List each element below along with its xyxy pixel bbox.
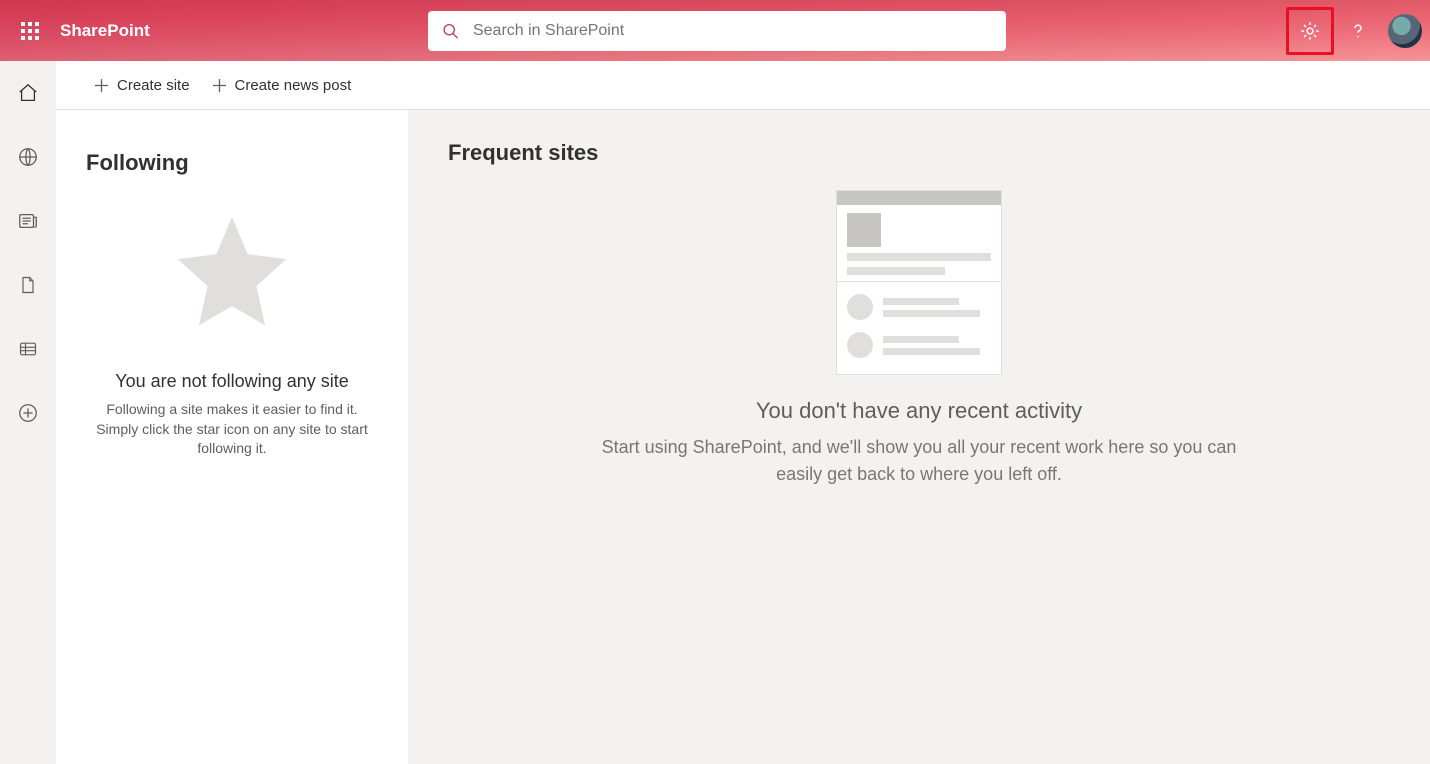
search-box[interactable] — [428, 11, 1006, 51]
frequent-empty-heading: You don't have any recent activity — [756, 398, 1082, 424]
home-icon — [17, 82, 39, 104]
plus-icon — [94, 78, 109, 93]
following-empty-heading: You are not following any site — [115, 371, 349, 392]
rail-my-sites[interactable] — [8, 143, 48, 171]
following-panel: Following You are not following any site… — [56, 110, 408, 764]
rail-lists[interactable] — [8, 335, 48, 363]
frequent-empty-state: You don't have any recent activity Start… — [569, 191, 1269, 488]
search-icon — [442, 22, 459, 40]
suite-header: SharePoint — [0, 0, 1430, 61]
frequent-empty-body: Start using SharePoint, and we'll show y… — [599, 434, 1239, 488]
plus-icon — [212, 78, 227, 93]
help-icon — [1348, 21, 1368, 41]
page-body: Following You are not following any site… — [56, 110, 1430, 764]
following-title: Following — [86, 150, 189, 176]
create-news-post-button[interactable]: Create news post — [212, 77, 352, 94]
file-icon — [18, 274, 38, 296]
rail-home[interactable] — [8, 79, 48, 107]
globe-icon — [17, 146, 39, 168]
create-site-label: Create site — [117, 77, 190, 94]
account-avatar[interactable] — [1388, 14, 1422, 48]
rail-create[interactable] — [8, 399, 48, 427]
frequent-sites-panel: Frequent sites You don't have any recent… — [408, 110, 1430, 764]
page-illustration — [837, 191, 1001, 374]
search-container — [428, 11, 1006, 51]
settings-button[interactable] — [1286, 7, 1334, 55]
frequent-title: Frequent sites — [448, 140, 1390, 166]
gear-icon — [1299, 20, 1321, 42]
rail-news[interactable] — [8, 207, 48, 235]
header-right — [1286, 7, 1430, 55]
star-icon — [167, 206, 297, 336]
waffle-icon — [21, 22, 39, 40]
search-input[interactable] — [473, 22, 992, 40]
help-button[interactable] — [1334, 7, 1382, 55]
news-icon — [17, 210, 39, 232]
command-bar: Create site Create news post — [56, 61, 1430, 110]
following-empty-body: Following a site makes it easier to find… — [87, 400, 377, 459]
list-icon — [17, 339, 39, 359]
left-rail — [0, 61, 56, 764]
app-launcher-button[interactable] — [6, 7, 54, 55]
create-news-post-label: Create news post — [235, 77, 352, 94]
plus-circle-icon — [17, 402, 39, 424]
star-illustration — [167, 206, 297, 341]
app-name: SharePoint — [60, 21, 150, 41]
rail-files[interactable] — [8, 271, 48, 299]
create-site-button[interactable]: Create site — [94, 77, 190, 94]
